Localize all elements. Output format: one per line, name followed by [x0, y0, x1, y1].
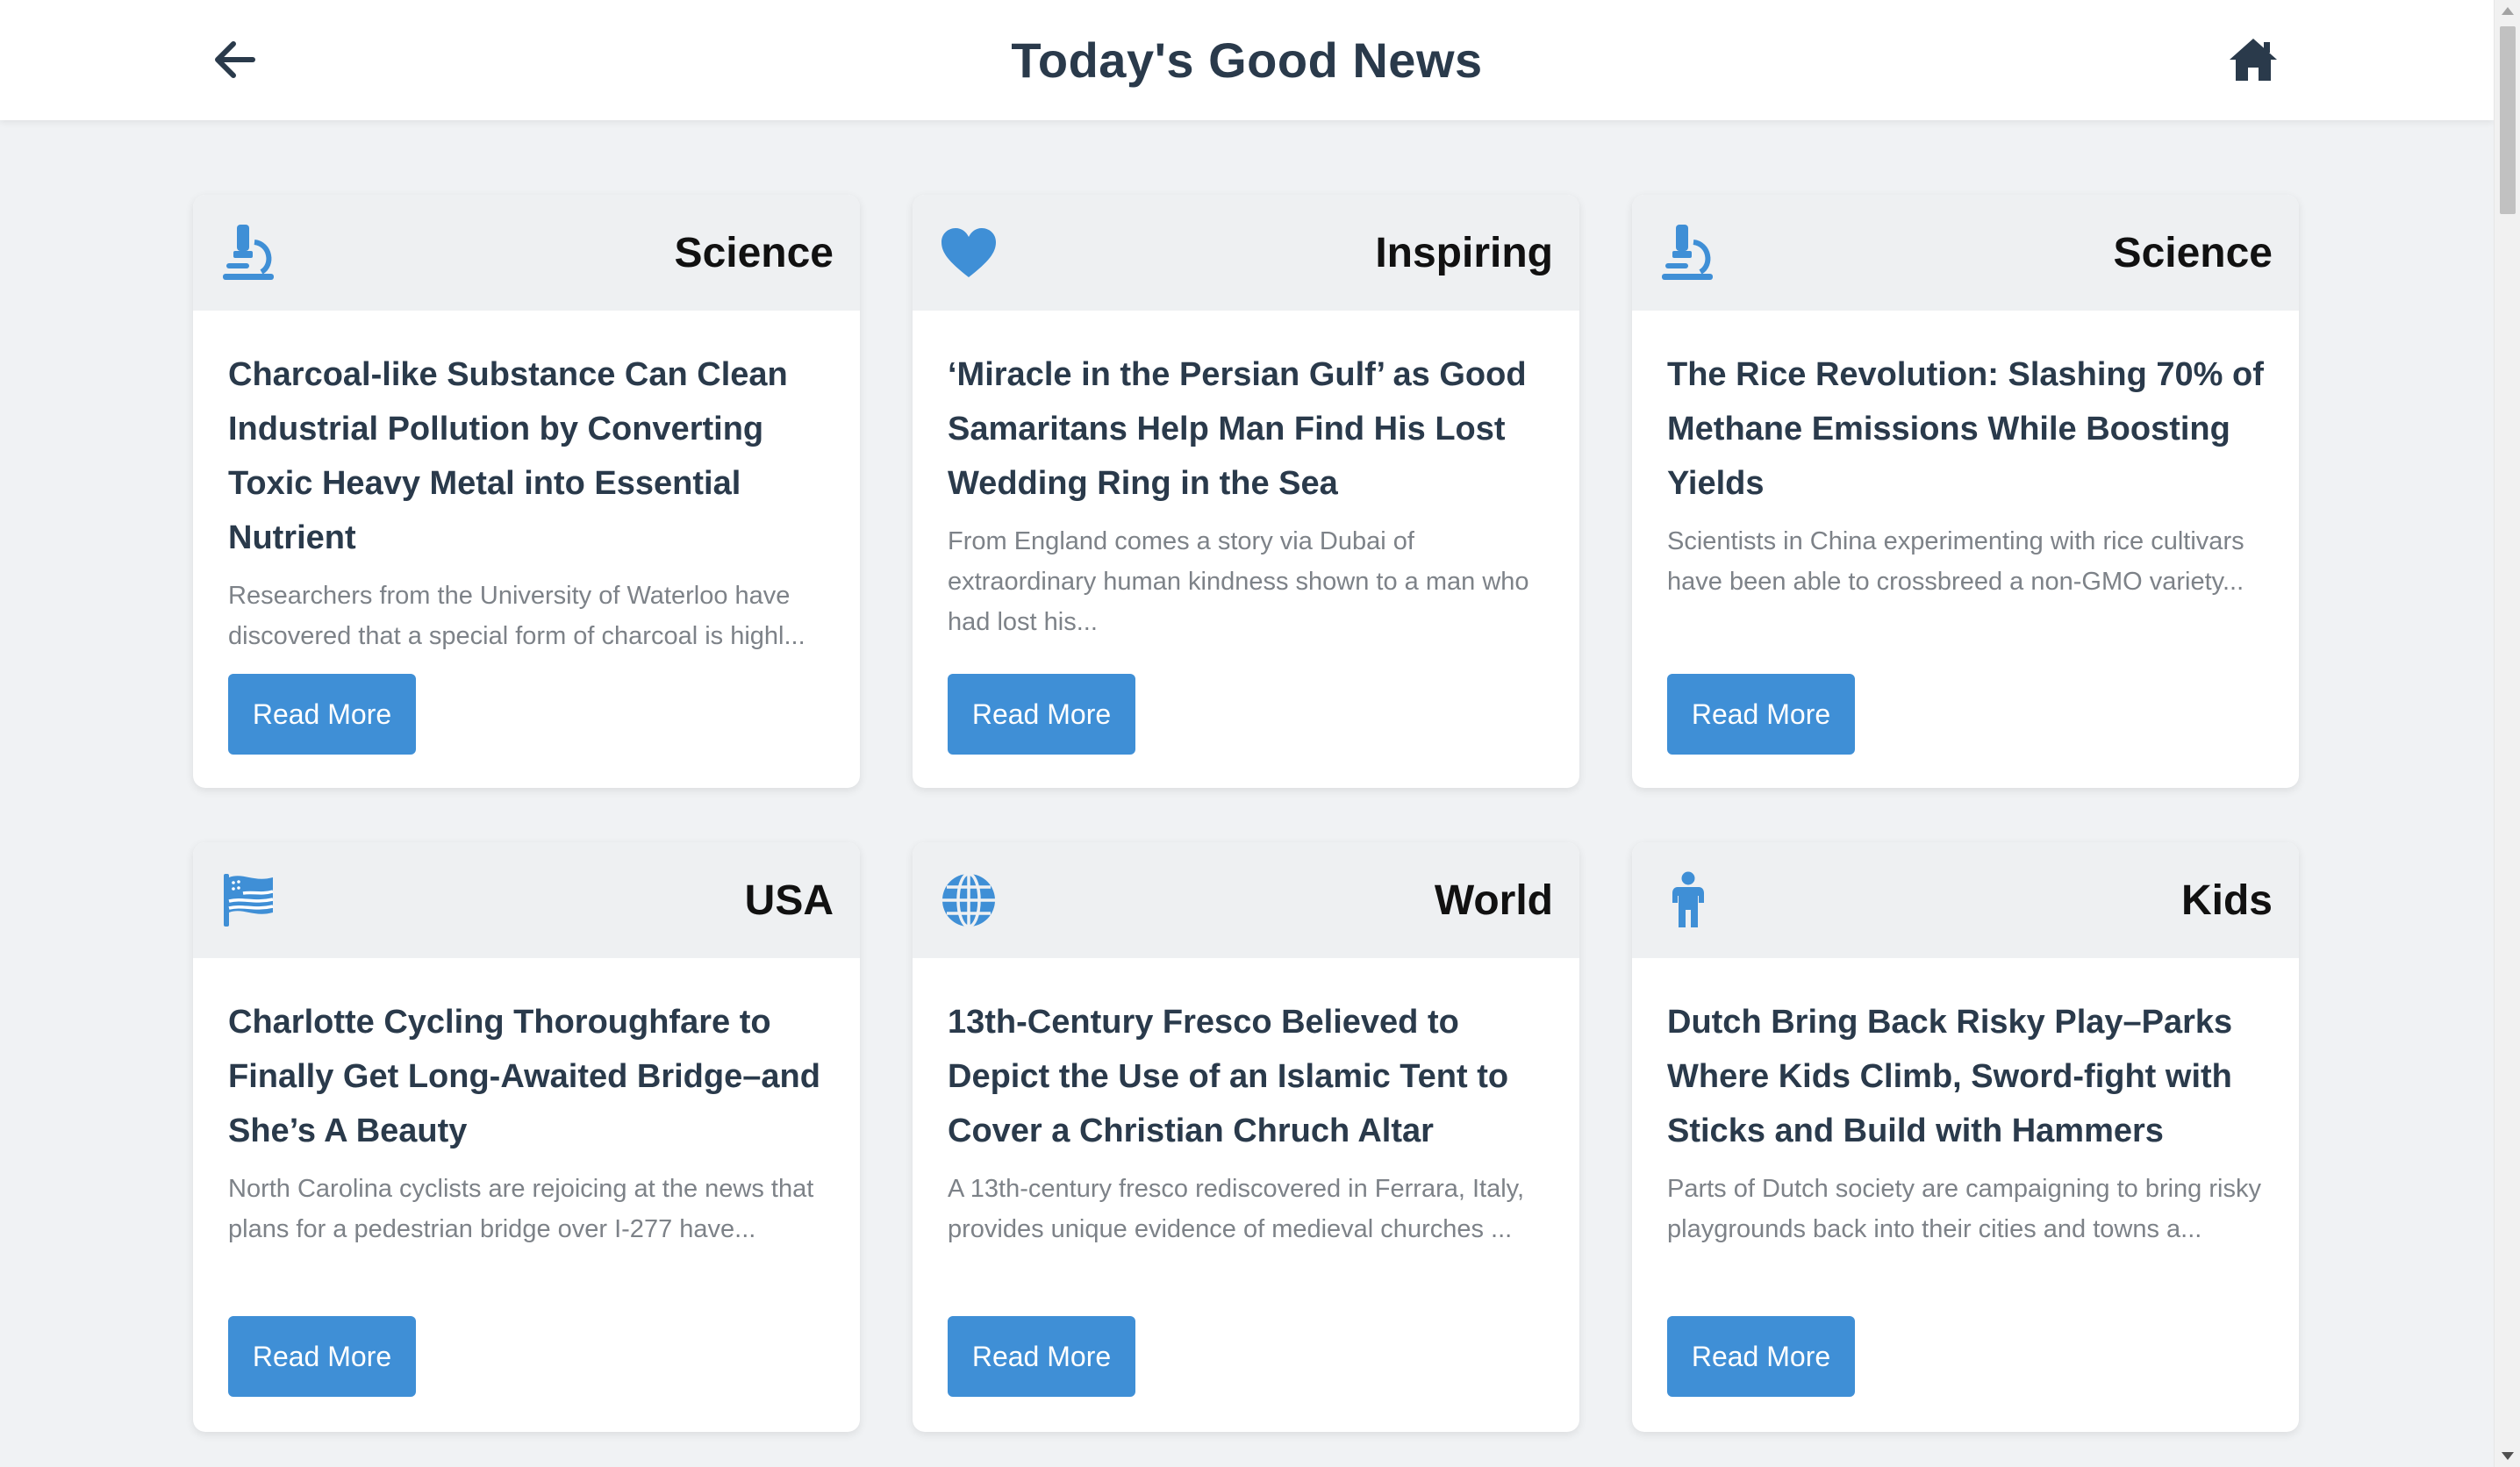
microscope-icon — [1657, 221, 1720, 284]
read-more-button[interactable]: Read More — [228, 674, 416, 755]
read-more-button[interactable]: Read More — [1667, 674, 1855, 755]
article-title[interactable]: Dutch Bring Back Risky Play–Parks Where … — [1667, 995, 2264, 1158]
heart-icon — [937, 221, 1000, 284]
article-title[interactable]: The Rice Revolution: Slashing 70% of Met… — [1667, 347, 2264, 511]
vertical-scrollbar[interactable] — [2494, 0, 2520, 1467]
home-button[interactable] — [2225, 33, 2281, 86]
scrollbar-thumb[interactable] — [2500, 26, 2516, 214]
category-label: Kids — [2180, 877, 2273, 924]
page-title: Today's Good News — [1011, 32, 1483, 88]
news-card: Science The Rice Revolution: Slashing 70… — [1632, 195, 2299, 788]
card-header: USA — [193, 842, 860, 958]
article-excerpt: Scientists in China experimenting with r… — [1667, 527, 2244, 596]
article-title[interactable]: Charcoal-like Substance Can Clean Indust… — [228, 347, 825, 565]
top-app-bar: Today's Good News — [0, 0, 2494, 120]
scroll-up-arrow-icon[interactable] — [2502, 7, 2514, 15]
news-card: Kids Dutch Bring Back Risky Play–Parks W… — [1632, 842, 2299, 1432]
article-excerpt: North Carolina cyclists are rejoicing at… — [228, 1175, 814, 1243]
read-more-button[interactable]: Read More — [1667, 1316, 1855, 1397]
card-header: World — [913, 842, 1579, 958]
child-icon — [1657, 869, 1720, 932]
article-excerpt: Parts of Dutch society are campaigning t… — [1667, 1175, 2261, 1243]
microscope-icon — [218, 221, 281, 284]
home-icon — [2230, 39, 2277, 81]
card-header: Kids — [1632, 842, 2299, 958]
article-title[interactable]: Charlotte Cycling Thoroughfare to Finall… — [228, 995, 825, 1158]
news-card: World 13th-Century Fresco Believed to De… — [913, 842, 1579, 1432]
category-label: Inspiring — [1375, 229, 1553, 276]
article-title[interactable]: 13th-Century Fresco Believed to Depict t… — [948, 995, 1544, 1158]
news-card: USA Charlotte Cycling Thoroughfare to Fi… — [193, 842, 860, 1432]
page: Today's Good News Science Charcoal-like … — [0, 0, 2520, 1467]
category-label: USA — [744, 877, 834, 924]
category-label: Science — [2113, 229, 2273, 276]
article-excerpt: A 13th-century fresco rediscovered in Fe… — [948, 1175, 1525, 1243]
news-card-grid: Science Charcoal-like Substance Can Clea… — [193, 195, 2299, 1467]
card-header: Science — [1632, 195, 2299, 311]
card-header: Science — [193, 195, 860, 311]
news-card: Science Charcoal-like Substance Can Clea… — [193, 195, 860, 788]
read-more-button[interactable]: Read More — [948, 1316, 1135, 1397]
card-header: Inspiring — [913, 195, 1579, 311]
category-label: Science — [674, 229, 834, 276]
article-excerpt: From England comes a story via Dubai of … — [948, 527, 1529, 636]
article-title[interactable]: ‘Miracle in the Persian Gulf’ as Good Sa… — [948, 347, 1544, 511]
scroll-down-arrow-icon[interactable] — [2502, 1452, 2514, 1460]
article-excerpt: Researchers from the University of Water… — [228, 582, 805, 650]
news-card: Inspiring ‘Miracle in the Persian Gulf’ … — [913, 195, 1579, 788]
flag-usa-icon — [218, 869, 281, 932]
globe-icon — [937, 869, 1000, 932]
read-more-button[interactable]: Read More — [228, 1316, 416, 1397]
category-label: World — [1434, 877, 1553, 924]
read-more-button[interactable]: Read More — [948, 674, 1135, 755]
